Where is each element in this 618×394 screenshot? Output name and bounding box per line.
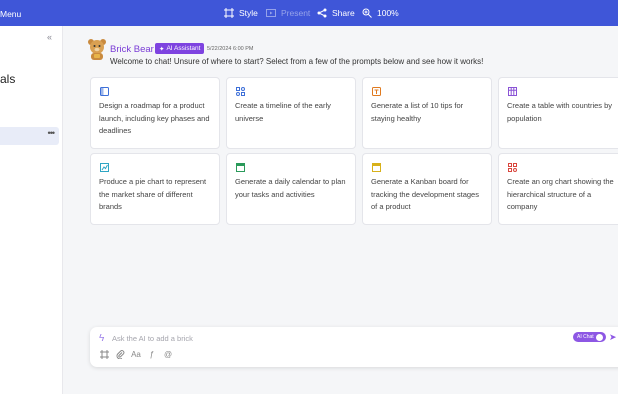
share-button[interactable]: Share — [317, 8, 355, 18]
present-button[interactable]: Present — [266, 8, 310, 18]
prompt-text: Design a roadmap for a product launch, i… — [99, 101, 210, 135]
prompt-card-calendar[interactable]: Generate a daily calendar to plan your t… — [226, 153, 356, 225]
timeline-icon — [236, 87, 245, 96]
style-button[interactable]: Style — [224, 8, 258, 18]
chat-input[interactable]: Ask the AI to add a brick — [112, 334, 193, 343]
present-icon — [266, 9, 276, 17]
prompt-card-kanban[interactable]: Generate a Kanban board for tracking the… — [362, 153, 492, 225]
ai-chat-toggle[interactable]: AI Chat — [573, 332, 606, 342]
zoom-icon — [362, 8, 372, 18]
prompt-text: Generate a daily calendar to plan your t… — [235, 177, 346, 199]
pie-chart-icon — [100, 163, 109, 172]
style-label: Style — [239, 8, 258, 18]
list-icon — [372, 87, 381, 96]
prompt-text: Create an org chart showing the hierarch… — [507, 177, 614, 211]
sidebar-item-selected[interactable]: ••• — [0, 127, 59, 145]
collapse-sidebar-icon[interactable]: « — [47, 32, 52, 42]
mention-icon[interactable]: @ — [163, 349, 173, 359]
prompt-card-roadmap[interactable]: Design a roadmap for a product launch, i… — [90, 77, 220, 149]
send-icon[interactable]: ➤ — [609, 332, 617, 343]
message-timestamp: 5/22/2024 6:00 PM — [207, 46, 254, 52]
formula-icon[interactable]: ƒ — [147, 349, 157, 359]
composer-toolbar: Aa ƒ @ — [99, 349, 173, 359]
top-bar: Menu Style Present Share 100% — [0, 0, 618, 26]
prompt-text: Produce a pie chart to represent the mar… — [99, 177, 207, 211]
prompt-card-table[interactable]: Create a table with countries by populat… — [498, 77, 618, 149]
welcome-message: Welcome to chat! Unsure of where to star… — [110, 57, 484, 66]
prompt-text: Generate a list of 10 tips for staying h… — [371, 101, 464, 123]
sparkle-icon: ✦ — [159, 45, 165, 53]
calendar-icon — [236, 163, 245, 172]
present-label: Present — [281, 8, 311, 18]
table-icon — [508, 87, 517, 96]
lightning-icon: ϟ — [99, 333, 105, 344]
prompt-card-timeline[interactable]: Create a timeline of the early universe — [226, 77, 356, 149]
sidebar: « als ••• — [0, 26, 63, 394]
prompt-text: Create a table with countries by populat… — [507, 101, 613, 123]
zoom-label: 100% — [377, 8, 399, 18]
attachment-icon[interactable] — [115, 349, 125, 359]
share-icon — [317, 8, 327, 18]
prompt-text: Generate a Kanban board for tracking the… — [371, 177, 479, 211]
bear-avatar — [88, 39, 106, 60]
org-chart-icon — [508, 163, 517, 172]
menu-button[interactable]: Menu — [0, 9, 21, 19]
zoom-button[interactable]: 100% — [362, 8, 399, 18]
ai-assistant-label: AI Assistant — [166, 45, 201, 52]
prompt-card-list[interactable]: Generate a list of 10 tips for staying h… — [362, 77, 492, 149]
text-format-icon[interactable]: Aa — [131, 349, 141, 359]
kanban-icon — [372, 163, 381, 172]
toggle-knob-icon — [595, 333, 603, 341]
ai-assistant-badge: ✦ AI Assistant — [155, 43, 205, 54]
prompt-card-org-chart[interactable]: Create an org chart showing the hierarch… — [498, 153, 618, 225]
prompt-card-pie-chart[interactable]: Produce a pie chart to represent the mar… — [90, 153, 220, 225]
frame-icon — [224, 8, 234, 18]
bot-name: Brick Bear — [110, 44, 154, 55]
prompt-text: Create a timeline of the early universe — [235, 101, 331, 123]
chat-composer: ϟ Ask the AI to add a brick AI Chat ➤ Aa… — [90, 327, 618, 367]
more-options-icon[interactable]: ••• — [48, 128, 56, 138]
ai-chat-label: AI Chat — [577, 334, 594, 340]
roadmap-icon — [100, 87, 109, 96]
sidebar-title: als — [0, 72, 16, 86]
frame-tool-icon[interactable] — [99, 349, 109, 359]
share-label: Share — [332, 8, 355, 18]
